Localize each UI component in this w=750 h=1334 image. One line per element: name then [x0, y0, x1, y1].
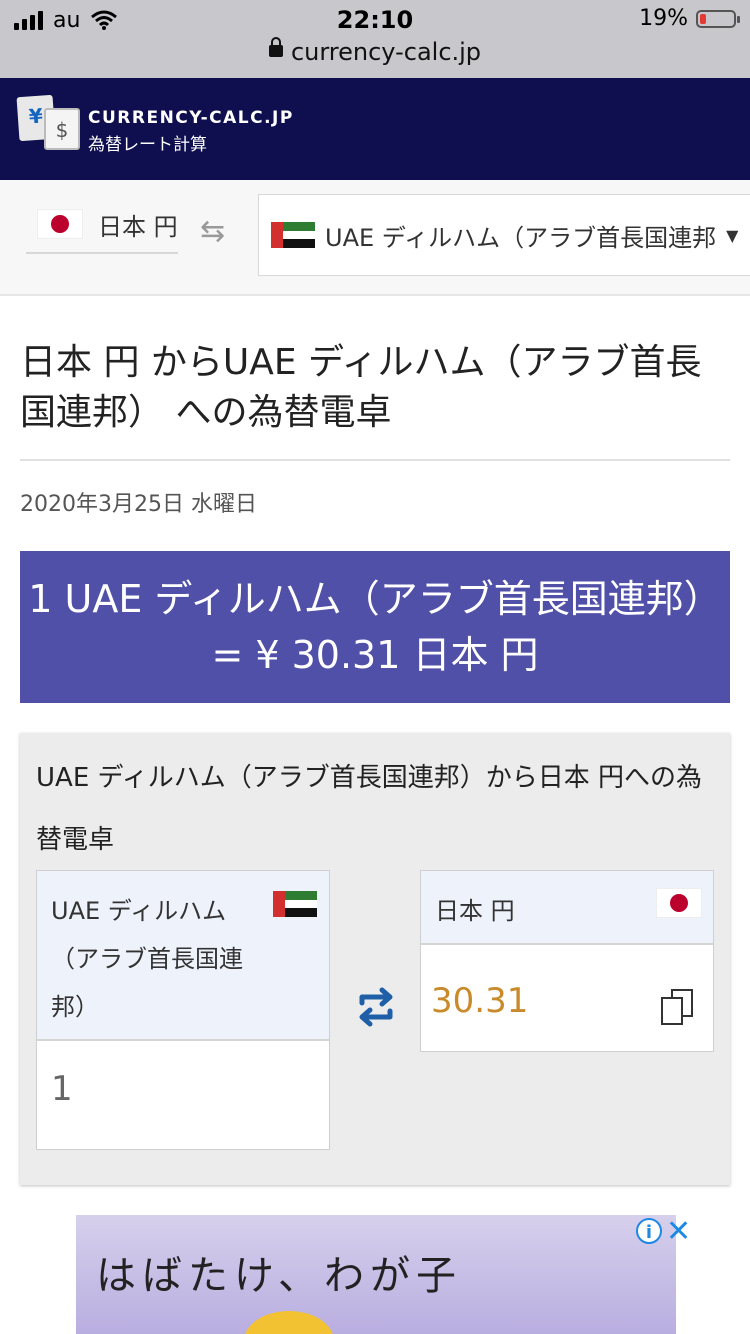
- logo-dollar-card: $: [44, 108, 80, 150]
- to-currency-select[interactable]: UAE ディルハム（アラブ首長国連邦 ▼: [258, 194, 750, 276]
- uae-flag-icon: [271, 222, 315, 248]
- from-currency-label: 日本 円: [98, 212, 178, 241]
- japan-flag-icon: [657, 889, 701, 917]
- swap-currencies-icon[interactable]: ⇆: [200, 214, 225, 249]
- brand-subtitle: 為替レート計算: [88, 135, 207, 155]
- advertisement-banner[interactable]: はばたけ、わが子: [76, 1215, 676, 1334]
- ad-image: [244, 1311, 334, 1334]
- lock-icon: [268, 37, 283, 57]
- url-text: currency-calc.jp: [290, 38, 482, 66]
- currency-selector-bar: 日本 円 ⇆ UAE ディルハム（アラブ首長国連邦 ▼: [0, 180, 750, 296]
- calculator-title: UAE ディルハム（アラブ首長国連邦）から日本 円への為替電卓: [36, 763, 702, 855]
- uae-flag-icon: [273, 891, 317, 917]
- status-bar: au 22:10 19% currency-calc.jp: [0, 0, 750, 78]
- site-header: ¥ $ CURRENCY-CALC.JP 為替レート計算: [0, 78, 750, 180]
- rate-date: 2020年3月25日 水曜日: [20, 492, 257, 517]
- url-bar[interactable]: currency-calc.jp: [0, 37, 750, 66]
- from-panel-header: UAE ディルハム（アラブ首長国連邦）: [37, 871, 329, 1041]
- status-right: 19%: [639, 6, 740, 31]
- from-currency-select[interactable]: 日本 円: [26, 196, 178, 254]
- exchange-rate-banner: 1 UAE ディルハム（アラブ首長国連邦） = ¥ 30.31 日本 円: [20, 551, 730, 703]
- converted-amount: 30.31: [431, 981, 529, 1021]
- to-panel-label: 日本 円: [435, 897, 515, 925]
- from-amount-panel: UAE ディルハム（アラブ首長国連邦） 1: [36, 870, 330, 1150]
- chevron-down-icon: ▼: [726, 225, 739, 245]
- ad-close-icon[interactable]: ✕: [666, 1214, 691, 1249]
- copy-icon[interactable]: [661, 989, 693, 1025]
- to-amount-panel: 日本 円 30.31: [420, 870, 714, 1052]
- battery-percent: 19%: [639, 6, 688, 31]
- swap-direction-icon[interactable]: [352, 983, 400, 1031]
- from-panel-label: UAE ディルハム（アラブ首長国連邦）: [51, 897, 243, 1021]
- ad-text: はばたけ、わが子: [96, 1253, 462, 1299]
- ad-info-icon[interactable]: i: [636, 1218, 662, 1244]
- divider: [20, 459, 730, 461]
- to-panel-header: 日本 円: [421, 871, 713, 945]
- currency-calculator: UAE ディルハム（アラブ首長国連邦）から日本 円への為替電卓 UAE ディルハ…: [20, 733, 730, 1185]
- japan-flag-icon: [38, 210, 82, 238]
- clock: 22:10: [336, 6, 414, 34]
- from-amount-input[interactable]: 1: [51, 1069, 73, 1109]
- brand-name[interactable]: CURRENCY-CALC.JP: [88, 108, 294, 128]
- page-title: 日本 円 からUAE ディルハム（アラブ首長国連邦） への為替電卓: [20, 342, 702, 433]
- site-logo[interactable]: ¥ $: [16, 94, 82, 154]
- to-currency-label: UAE ディルハム（アラブ首長国連邦: [325, 223, 717, 252]
- battery-icon: [696, 9, 740, 28]
